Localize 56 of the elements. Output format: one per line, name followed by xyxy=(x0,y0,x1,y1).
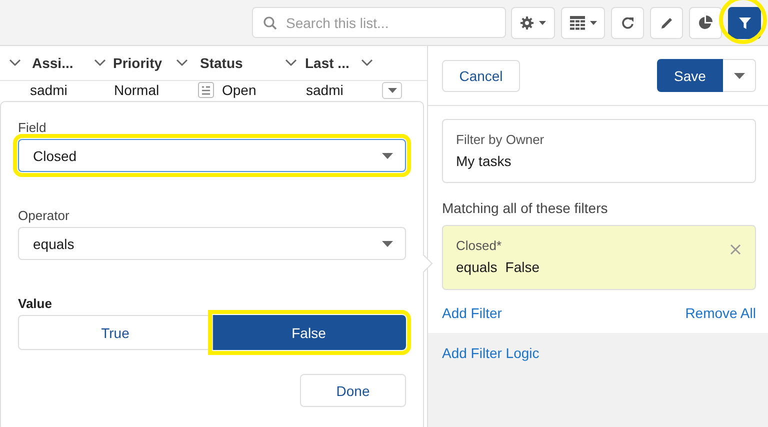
chevron-icon xyxy=(9,59,21,67)
chevron-icon[interactable] xyxy=(176,59,188,67)
field-label: Field xyxy=(18,120,48,135)
column-header[interactable]: Status xyxy=(200,55,278,71)
cancel-button[interactable]: Cancel xyxy=(442,60,520,92)
caret-icon xyxy=(590,20,596,24)
table-cell: sadmi xyxy=(306,82,344,98)
column-header[interactable]: Last ... xyxy=(305,55,354,71)
table-cell: sadmi xyxy=(30,82,68,98)
caret-icon xyxy=(382,152,393,158)
settings-button[interactable] xyxy=(511,6,555,38)
filter-value: My tasks xyxy=(456,153,512,169)
caret-icon xyxy=(382,240,393,246)
column-header[interactable]: Priority xyxy=(113,55,169,71)
filter-button[interactable] xyxy=(728,6,761,38)
search-field[interactable]: Search this list... xyxy=(252,7,506,38)
save-button[interactable]: Save xyxy=(657,59,723,92)
table-cell: Open xyxy=(222,82,256,98)
row-menu-button[interactable] xyxy=(382,82,402,99)
done-button[interactable]: Done xyxy=(300,374,406,407)
table-icon xyxy=(570,16,584,30)
caret-icon xyxy=(539,20,546,24)
remove-all-link[interactable]: Remove All xyxy=(685,305,756,321)
value-option[interactable]: True xyxy=(18,315,212,350)
refresh-button[interactable] xyxy=(611,6,644,38)
filter-operator: equals xyxy=(456,259,498,275)
search-icon xyxy=(263,16,277,30)
chart-button[interactable] xyxy=(689,6,722,38)
refresh-icon xyxy=(620,16,634,30)
chevron-icon[interactable] xyxy=(94,59,106,67)
owner-filter-card[interactable]: Filter by Owner My tasks xyxy=(442,119,756,183)
chevron-icon[interactable] xyxy=(285,59,297,67)
add-filter-logic-link[interactable]: Add Filter Logic xyxy=(442,345,540,361)
edit-button[interactable] xyxy=(650,6,683,38)
filters-heading: Matching all of these filters xyxy=(442,200,609,216)
column-header[interactable]: Assi... xyxy=(32,55,87,71)
gear-icon xyxy=(520,16,534,30)
table-cell: Normal xyxy=(114,82,160,98)
filter-label: Filter by Owner xyxy=(456,132,544,147)
filter-value: False xyxy=(505,259,540,275)
caret-icon xyxy=(388,88,396,93)
filter-icon xyxy=(738,16,752,30)
close-icon[interactable] xyxy=(730,244,741,255)
filter-card[interactable]: Closed* equals False xyxy=(442,225,756,290)
chevron-icon[interactable] xyxy=(361,59,373,67)
save-menu-button[interactable] xyxy=(723,59,756,92)
pencil-icon xyxy=(660,16,674,30)
list-icon xyxy=(198,82,214,98)
operator-select[interactable]: equals xyxy=(18,227,406,260)
table-button[interactable] xyxy=(561,6,605,38)
operator-label: Operator xyxy=(18,208,70,223)
filter-label: Closed* xyxy=(456,238,502,253)
caret-icon xyxy=(734,72,744,78)
value-label: Value xyxy=(18,296,53,311)
add-filter-link[interactable]: Add Filter xyxy=(442,305,502,321)
pie-chart-icon xyxy=(698,15,713,30)
